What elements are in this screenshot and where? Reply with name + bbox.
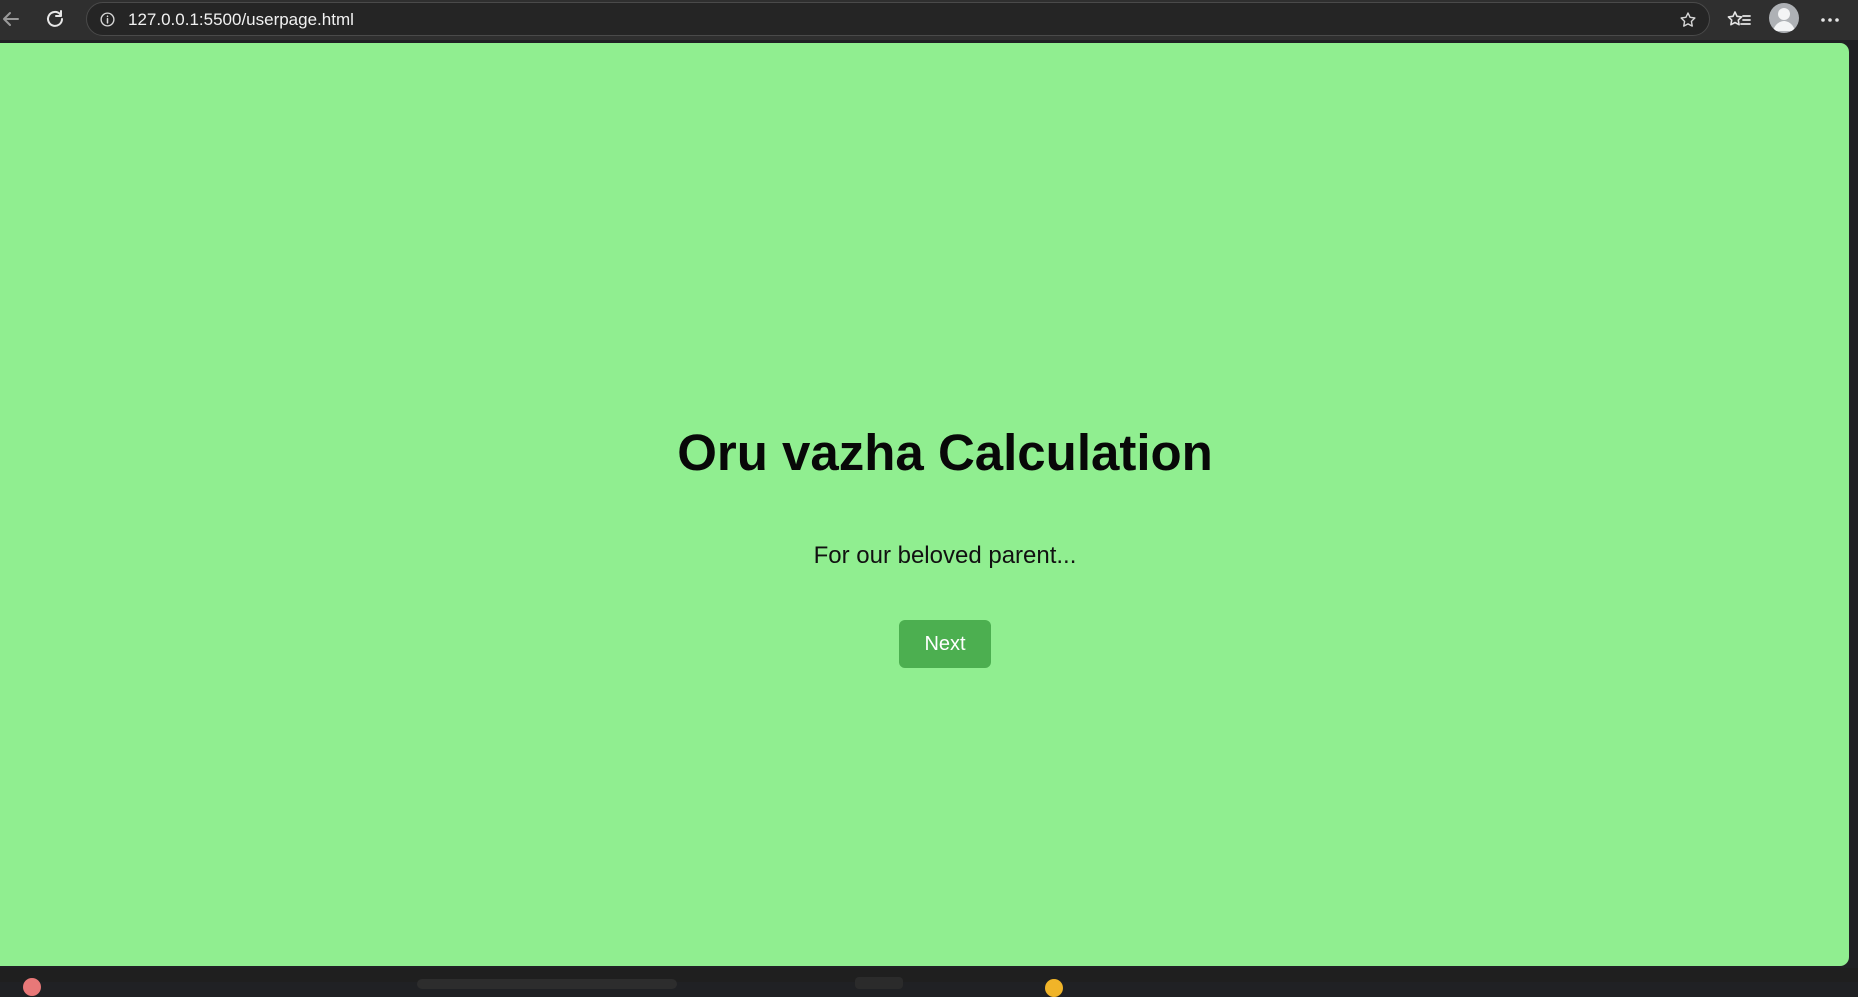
- info-icon[interactable]: [99, 11, 116, 28]
- page-title: Oru vazha Calculation: [677, 424, 1213, 481]
- reload-icon[interactable]: [40, 4, 70, 34]
- avatar-icon[interactable]: [1769, 3, 1799, 33]
- url-text[interactable]: 127.0.0.1:5500/userpage.html: [128, 10, 354, 30]
- taskbar-app-icon[interactable]: [23, 978, 41, 996]
- favorites-icon[interactable]: [1725, 5, 1755, 35]
- arrow-left-icon[interactable]: [0, 4, 26, 34]
- page-subtitle: For our beloved parent...: [813, 542, 1077, 569]
- star-icon[interactable]: [1678, 10, 1698, 30]
- taskbar-search[interactable]: [417, 979, 677, 989]
- page-viewport: Oru vazha Calculation For our beloved pa…: [0, 43, 1849, 966]
- taskbar: [0, 968, 1858, 997]
- taskbar-app-icon[interactable]: [855, 977, 903, 989]
- more-icon[interactable]: [1815, 5, 1845, 35]
- address-bar[interactable]: 127.0.0.1:5500/userpage.html: [86, 2, 1710, 36]
- browser-toolbar: 127.0.0.1:5500/userpage.html: [0, 0, 1858, 40]
- next-button[interactable]: Next: [899, 620, 991, 668]
